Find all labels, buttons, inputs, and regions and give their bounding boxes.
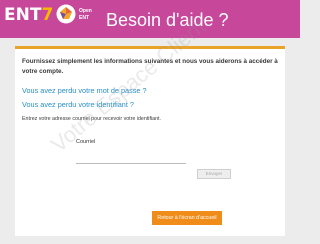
identifier-help-text: Entrez votre adresse courriel pour recev…: [22, 116, 161, 122]
ent-logo-accent: 7: [41, 5, 54, 25]
lost-password-link[interactable]: Vous avez perdu votre mot de passe ?: [22, 86, 147, 95]
intro-text: Fournissez simplement les informations s…: [22, 58, 278, 75]
open-ent-label: Open ENT: [79, 8, 92, 22]
open-ent-line1: Open: [79, 8, 92, 14]
open-ent-line2: ENT: [79, 15, 89, 21]
lost-identifier-link[interactable]: Vous avez perdu votre identifiant ?: [22, 100, 134, 109]
header-bar: ENT7 Open ENT Besoin d'aide ?: [0, 0, 300, 38]
help-panel: Fournissez simplement les informations s…: [15, 46, 285, 236]
open-ent-logo-icon: [56, 4, 76, 24]
back-to-home-button[interactable]: Retour à l'écran d'accueil: [152, 211, 222, 225]
ent-logo-text: ENT: [4, 5, 42, 25]
page-title: Besoin d'aide ?: [106, 10, 229, 30]
email-label: Courriel: [76, 139, 96, 145]
ent-logo[interactable]: ENT7: [4, 5, 53, 25]
send-button[interactable]: Envoyer: [197, 169, 231, 179]
email-field[interactable]: [76, 153, 186, 164]
